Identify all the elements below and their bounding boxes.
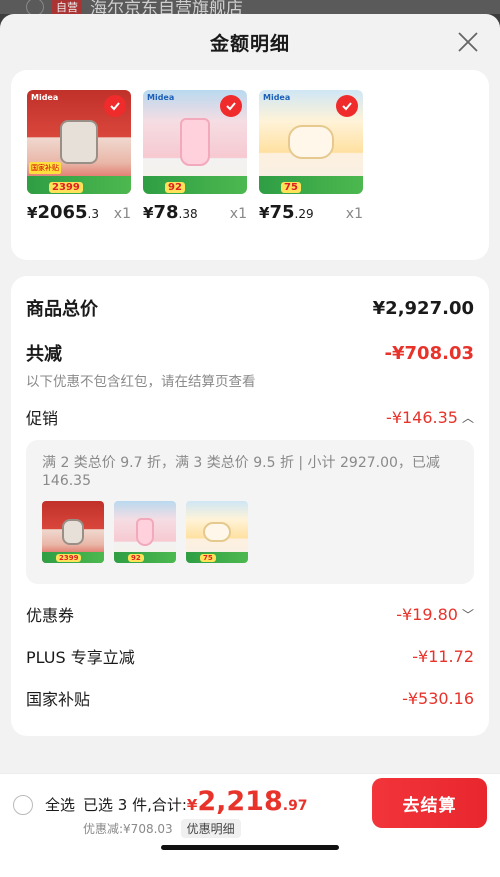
plus-discount-row: PLUS 专享立减 -¥11.72 xyxy=(26,645,474,668)
checkout-button[interactable]: 去结算 xyxy=(372,778,487,828)
product-thumbnail: Midea 92 xyxy=(143,90,247,194)
home-indicator xyxy=(161,845,339,850)
deal-price: 92 xyxy=(128,554,144,562)
store-select-checkbox xyxy=(26,0,44,14)
product-price: ¥78.38 xyxy=(143,202,198,223)
close-icon xyxy=(458,32,478,52)
total-price-value: ¥2,927.00 xyxy=(372,297,474,319)
selected-check-icon xyxy=(336,95,358,117)
selected-count-text: 已选 3 件,合计: xyxy=(83,796,187,814)
coupon-label: 优惠券 xyxy=(26,606,75,625)
deal-bar xyxy=(143,176,247,194)
selected-check-icon xyxy=(104,95,126,117)
coupon-row[interactable]: 优惠券 -¥19.80 ﹀ xyxy=(26,603,474,626)
brand-label: Midea xyxy=(263,93,291,102)
background-store-header: 自营 海尔京东自营旗舰店 xyxy=(0,0,500,14)
total-reduce-label: 共减 xyxy=(26,344,62,365)
deal-bar xyxy=(114,552,176,563)
total-reduce-value: -¥708.03 xyxy=(384,342,474,364)
chevron-down-icon: ﹀ xyxy=(461,607,474,622)
product-thumbnail: Midea 75 xyxy=(259,90,363,194)
price-summary-card: 商品总价 ¥2,927.00 共减 -¥708.03 以下优惠不包含红包，请在结… xyxy=(11,276,489,736)
sheet-title: 金额明细 xyxy=(209,32,290,55)
product-thumbnail: Midea 国家补贴 2399 xyxy=(27,90,131,194)
amount-detail-sheet: 金额明细 Midea 国家补贴 2399 ¥2065.3 x1 Midea 92… xyxy=(0,14,500,877)
deal-price: 2399 xyxy=(49,182,83,193)
close-button[interactable] xyxy=(456,30,480,54)
select-all-label: 全选 xyxy=(45,796,76,814)
brand-label: Midea xyxy=(31,93,59,102)
product-quantity: x1 xyxy=(345,206,363,222)
plus-discount-value: -¥11.72 xyxy=(412,646,474,666)
deal-price: 92 xyxy=(165,182,185,193)
promotion-product-thumbnail: 2399 xyxy=(42,501,104,563)
order-summary: 已选 3 件,合计: ¥ 2,218 .97 优惠减:¥708.03 优惠明细 xyxy=(83,786,308,838)
appliance-image xyxy=(62,519,84,545)
select-all-toggle[interactable]: 全选 xyxy=(13,794,75,815)
product-price: ¥2065.3 xyxy=(27,202,99,223)
chevron-up-icon: ︿ xyxy=(461,410,474,425)
sum-integer: 2,218 xyxy=(197,786,283,817)
total-price-row: 商品总价 ¥2,927.00 xyxy=(26,294,474,322)
appliance-image xyxy=(136,518,154,546)
checkout-footer: 全选 已选 3 件,合计: ¥ 2,218 .97 优惠减:¥708.03 优惠… xyxy=(0,773,500,877)
discount-note: 以下优惠不包含红包，请在结算页查看 xyxy=(26,374,256,390)
product-price: ¥75.29 xyxy=(259,202,314,223)
deal-price: 2399 xyxy=(56,554,82,562)
sum-currency: ¥ xyxy=(186,796,198,814)
promotion-row[interactable]: 促销 -¥146.35 ︿ xyxy=(26,406,474,429)
discount-amount: 优惠减:¥708.03 xyxy=(83,822,173,836)
appliance-image xyxy=(203,522,231,542)
total-reduce-row: 共减 -¥708.03 xyxy=(26,340,474,366)
coupon-value: -¥19.80 xyxy=(396,604,458,624)
selected-check-icon xyxy=(220,95,242,117)
product-item[interactable]: Midea 国家补贴 2399 ¥2065.3 x1 xyxy=(27,90,131,260)
national-subsidy-label: 国家补贴 xyxy=(26,690,91,709)
promotion-detail-text: 满 2 类总价 9.7 折，满 3 类总价 9.5 折 | 小计 2927.00… xyxy=(42,455,440,489)
promotion-label: 促销 xyxy=(26,409,59,428)
promotion-value: -¥146.35 xyxy=(386,407,458,427)
product-quantity: x1 xyxy=(229,206,247,222)
promotion-product-thumbnail: 92 xyxy=(114,501,176,563)
store-name: 海尔京东自营旗舰店 xyxy=(90,0,243,14)
brand-label: Midea xyxy=(147,93,175,102)
appliance-image xyxy=(288,125,334,159)
national-subsidy-value: -¥530.16 xyxy=(402,688,474,708)
product-quantity: x1 xyxy=(113,206,131,222)
promotion-detail-box: 满 2 类总价 9.7 折，满 3 类总价 9.5 折 | 小计 2927.00… xyxy=(26,440,474,584)
total-price-label: 商品总价 xyxy=(26,299,98,320)
sum-decimal: .97 xyxy=(282,798,308,814)
national-subsidy-row: 国家补贴 -¥530.16 xyxy=(26,687,474,710)
deal-bar xyxy=(259,176,363,194)
deal-bar xyxy=(186,552,248,563)
select-all-radio[interactable] xyxy=(13,794,33,815)
discount-detail-button[interactable]: 优惠明细 xyxy=(180,819,241,838)
sheet-header: 金额明细 xyxy=(0,14,500,70)
product-item[interactable]: Midea 92 ¥78.38 x1 xyxy=(143,90,247,260)
promotion-thumbnails: 2399 92 75 xyxy=(42,501,458,563)
self-operated-tag: 自营 xyxy=(52,0,82,14)
deal-tag: 国家补贴 xyxy=(29,162,61,174)
appliance-image xyxy=(60,120,98,164)
deal-price: 75 xyxy=(200,554,216,562)
promotion-product-thumbnail: 75 xyxy=(186,501,248,563)
products-card: Midea 国家补贴 2399 ¥2065.3 x1 Midea 92 ¥78.… xyxy=(11,70,489,260)
appliance-image xyxy=(180,118,210,166)
plus-discount-label: PLUS 专享立减 xyxy=(26,648,135,667)
product-item[interactable]: Midea 75 ¥75.29 x1 xyxy=(259,90,363,260)
deal-price: 75 xyxy=(281,182,301,193)
